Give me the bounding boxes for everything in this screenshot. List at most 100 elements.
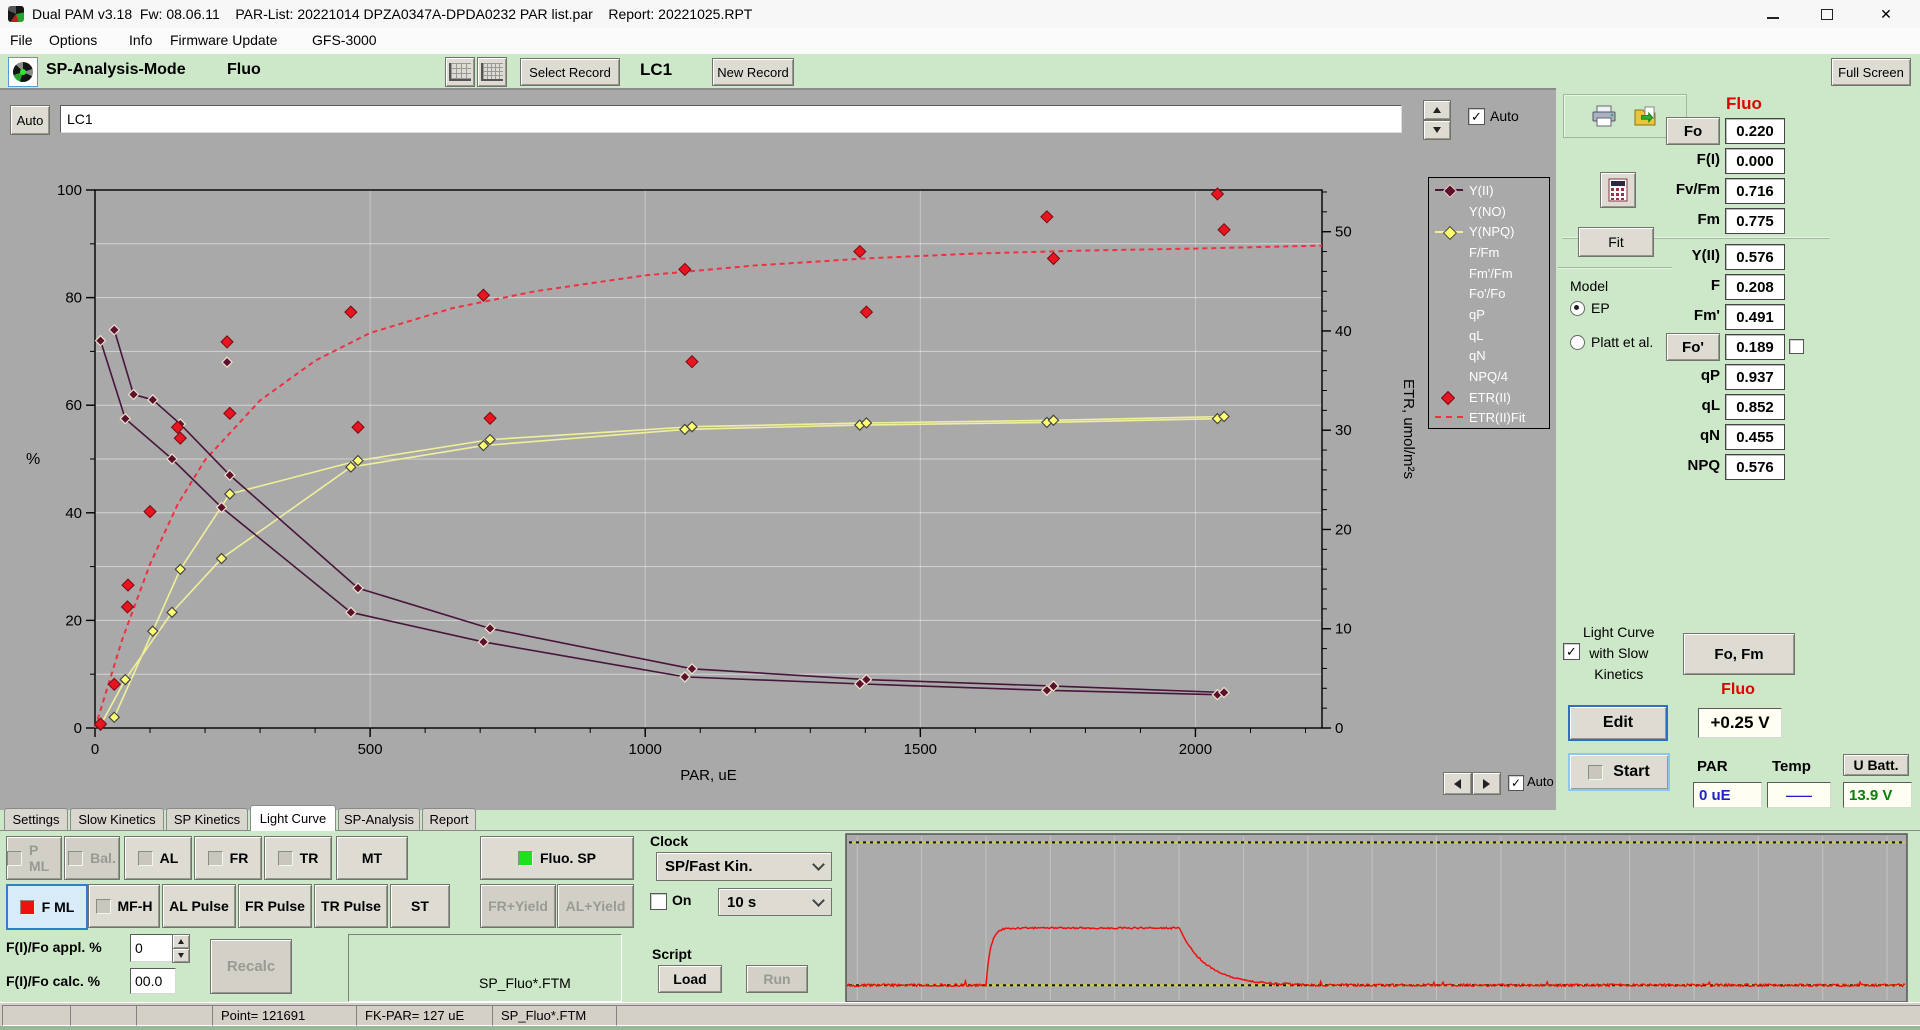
- legend-label: qN: [1469, 348, 1486, 363]
- chart-layout-button-1[interactable]: [445, 57, 475, 87]
- menu-item-file[interactable]: File: [10, 32, 33, 48]
- tab-sp-kinetics[interactable]: SP Kinetics: [166, 808, 248, 830]
- status-cell-6: [616, 1005, 1920, 1026]
- legend-label: ETR(II): [1469, 390, 1511, 405]
- control-button-bal-[interactable]: Bal.: [64, 836, 120, 880]
- menu-item-firmware-update[interactable]: Firmware Update: [170, 32, 277, 48]
- tab-sp-analysis[interactable]: SP-Analysis: [338, 808, 420, 830]
- edit-button[interactable]: Edit: [1568, 705, 1668, 741]
- script-label: Script: [652, 946, 692, 962]
- record-prev-button[interactable]: [1443, 772, 1472, 795]
- control-button-st[interactable]: ST: [390, 884, 450, 928]
- fluo-row-label-2: Fv/Fm: [1662, 181, 1720, 198]
- tab-report[interactable]: Report: [422, 808, 476, 830]
- temp-value: ——: [1767, 782, 1831, 808]
- model-option-ep[interactable]: EP: [1570, 300, 1610, 316]
- light-curve-slow-kinetics-checkbox[interactable]: ✓: [1563, 643, 1580, 660]
- clock-on-checkbox[interactable]: [650, 893, 667, 910]
- legend-label: Y(II): [1469, 183, 1494, 198]
- control-button-al[interactable]: AL: [124, 836, 192, 880]
- tab-slow-kinetics[interactable]: Slow Kinetics: [70, 808, 164, 830]
- select-record-button[interactable]: Select Record: [520, 58, 620, 86]
- control-button-fr-pulse[interactable]: FR Pulse: [238, 884, 312, 928]
- gain-select[interactable]: +0.25 V: [1698, 708, 1782, 738]
- maximize-button[interactable]: [1802, 0, 1852, 28]
- tab-light-curve[interactable]: Light Curve: [250, 805, 336, 831]
- tab-settings[interactable]: Settings: [4, 808, 68, 830]
- control-button-label: FR+Yield: [488, 898, 548, 914]
- chart-grid-icon: [449, 63, 471, 81]
- menu-item-options[interactable]: Options: [49, 32, 97, 48]
- record-spin-up-button[interactable]: [1423, 100, 1451, 120]
- record-next-button[interactable]: [1472, 772, 1501, 795]
- status-cell-1: [70, 1005, 142, 1026]
- legend-marker: [1435, 225, 1469, 239]
- fo-fm-button[interactable]: Fo, Fm: [1683, 633, 1795, 675]
- batt-value: 13.9 V: [1843, 782, 1912, 808]
- control-button-p-ml[interactable]: P ML: [6, 836, 62, 880]
- control-button-fr+yield[interactable]: FR+Yield: [480, 884, 556, 928]
- status-cell-2: [136, 1005, 218, 1026]
- light-curve-slow-kinetics-label: Light Curve with Slow Kinetics: [1583, 622, 1655, 685]
- start-button[interactable]: Start: [1568, 753, 1670, 791]
- radio-unselected: [1570, 335, 1585, 350]
- fluo-row-button-0[interactable]: Fo: [1666, 117, 1720, 145]
- record-auto-button[interactable]: Auto: [10, 105, 50, 135]
- control-button-al-pulse[interactable]: AL Pulse: [162, 884, 236, 928]
- fifo-appl-value[interactable]: 0: [130, 934, 176, 962]
- control-button-f-ml[interactable]: F ML: [6, 884, 88, 930]
- fifo-spin-up[interactable]: [172, 934, 190, 949]
- chevron-down-icon: [812, 894, 825, 907]
- record-spin-down-button[interactable]: [1423, 120, 1451, 140]
- svg-text:50: 50: [1335, 224, 1352, 241]
- export-report-icon[interactable]: [1633, 105, 1659, 127]
- calculator-button[interactable]: [1600, 172, 1636, 208]
- control-button-al+yield[interactable]: AL+Yield: [557, 884, 634, 928]
- status-cell-0: [2, 1005, 76, 1026]
- chart-auto-checkbox[interactable]: ✓: [1508, 775, 1524, 791]
- legend-entry-fo-fo: Fo'/Fo: [1435, 283, 1549, 304]
- window-title: Dual PAM v3.18 Fw: 08.06.11 PAR-List: 20…: [32, 6, 752, 22]
- legend-diamond: [1443, 226, 1457, 240]
- minimize-button[interactable]: [1748, 0, 1798, 28]
- record-auto-checkbox[interactable]: ✓: [1468, 108, 1485, 125]
- fluo-row-label-6: Fm': [1662, 307, 1720, 324]
- u-batt-label: U Batt.: [1843, 754, 1909, 776]
- clock-label: Clock: [650, 833, 688, 849]
- fifo-calc-value: 00.0: [130, 968, 176, 994]
- fluo-row-button-7[interactable]: Fo': [1666, 333, 1720, 361]
- chart-layout-button-2[interactable]: [477, 57, 507, 87]
- channel-label: Fluo: [227, 61, 261, 79]
- fluo-row-value-8: 0.937: [1725, 364, 1785, 390]
- record-name-input[interactable]: [60, 105, 1402, 133]
- svg-text:0: 0: [1335, 720, 1343, 737]
- menu-item-gfs-3000[interactable]: GFS-3000: [312, 32, 377, 48]
- new-record-button[interactable]: New Record: [712, 58, 794, 86]
- print-icon[interactable]: [1591, 105, 1617, 127]
- pam-logo-button[interactable]: [8, 57, 38, 87]
- control-button-mf-h[interactable]: MF-H: [88, 884, 160, 928]
- fifo-spin-down[interactable]: [172, 948, 190, 963]
- control-button-tr-pulse[interactable]: TR Pulse: [314, 884, 388, 928]
- clock-mode-select[interactable]: SP/Fast Kin.: [656, 852, 832, 881]
- menu-item-info[interactable]: Info: [129, 32, 152, 48]
- control-button-fluo-sp[interactable]: Fluo. SP: [480, 836, 634, 880]
- fo-prime-checkbox[interactable]: [1789, 339, 1804, 354]
- control-button-mt[interactable]: MT: [336, 836, 408, 880]
- mode-label: SP-Analysis-Mode: [46, 61, 186, 79]
- fit-button[interactable]: Fit: [1578, 227, 1654, 257]
- script-run-button[interactable]: Run: [746, 965, 808, 993]
- control-button-tr[interactable]: TR: [264, 836, 332, 880]
- legend-marker: [1435, 390, 1469, 404]
- svg-text:20: 20: [1335, 521, 1352, 538]
- script-load-button[interactable]: Load: [658, 965, 722, 993]
- clock-interval-select[interactable]: 10 s: [718, 888, 832, 916]
- model-option-platt-et-al-[interactable]: Platt et al.: [1570, 334, 1653, 350]
- fluo-row-label-1: F(I): [1662, 151, 1720, 168]
- control-button-fr[interactable]: FR: [194, 836, 262, 880]
- fluo-row-value-3: 0.775: [1725, 208, 1785, 234]
- recalc-button[interactable]: Recalc: [210, 939, 292, 994]
- close-button[interactable]: ✕: [1856, 0, 1916, 28]
- full-screen-button[interactable]: Full Screen: [1831, 58, 1911, 86]
- fluo-row-label-5: F: [1662, 277, 1720, 294]
